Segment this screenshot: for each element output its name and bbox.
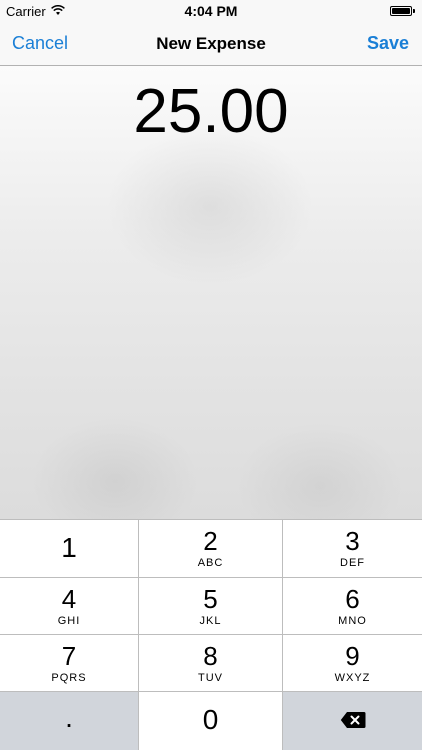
key-digit: 7 <box>61 641 77 671</box>
key-letters: GHI <box>57 615 81 627</box>
key-digit: 4 <box>61 584 77 614</box>
key-5[interactable]: 5 JKL <box>139 577 283 634</box>
key-letters: ABC <box>197 557 224 569</box>
status-time: 4:04 PM <box>184 3 238 19</box>
save-button[interactable]: Save <box>367 33 409 54</box>
key-4[interactable]: 4 GHI <box>0 577 139 634</box>
key-letters: MNO <box>338 615 367 627</box>
key-digit: 2 <box>203 526 218 556</box>
key-letters: WXYZ <box>334 672 371 684</box>
key-letters: DEF <box>340 557 365 569</box>
numeric-keypad: 1 2 ABC 3 DEF 4 GHI 5 JKL 6 MNO 7 PQRS 8… <box>0 519 422 750</box>
key-0[interactable]: 0 <box>139 691 283 750</box>
key-3[interactable]: 3 DEF <box>283 519 422 577</box>
status-bar: Carrier 4:04 PM <box>0 0 422 22</box>
key-digit: 6 <box>345 584 360 614</box>
key-digit: 0 <box>202 704 219 735</box>
backspace-icon <box>340 711 366 734</box>
battery-icon <box>390 6 415 16</box>
background-blur <box>30 416 200 519</box>
key-decimal[interactable]: . <box>0 691 139 750</box>
key-1[interactable]: 1 <box>0 519 139 577</box>
background-blur <box>105 126 315 286</box>
key-6[interactable]: 6 MNO <box>283 577 422 634</box>
amount-display-area: 25.00 <box>0 66 422 519</box>
key-letters: JKL <box>199 615 222 627</box>
key-2[interactable]: 2 ABC <box>139 519 283 577</box>
key-digit: . <box>65 702 73 733</box>
background-blur <box>235 421 405 519</box>
delete-key[interactable] <box>283 691 422 750</box>
key-9[interactable]: 9 WXYZ <box>283 634 422 691</box>
key-digit: 5 <box>203 584 218 614</box>
key-digit: 8 <box>203 641 218 671</box>
page-title: New Expense <box>156 34 266 53</box>
key-letters: PQRS <box>51 672 87 684</box>
key-digit: 9 <box>345 641 360 671</box>
nav-bar: Cancel New Expense Save <box>0 22 422 66</box>
key-letters: TUV <box>198 672 223 684</box>
key-7[interactable]: 7 PQRS <box>0 634 139 691</box>
amount-value: 25.00 <box>133 77 289 146</box>
key-digit: 1 <box>61 532 77 563</box>
key-8[interactable]: 8 TUV <box>139 634 283 691</box>
key-digit: 3 <box>345 526 360 556</box>
